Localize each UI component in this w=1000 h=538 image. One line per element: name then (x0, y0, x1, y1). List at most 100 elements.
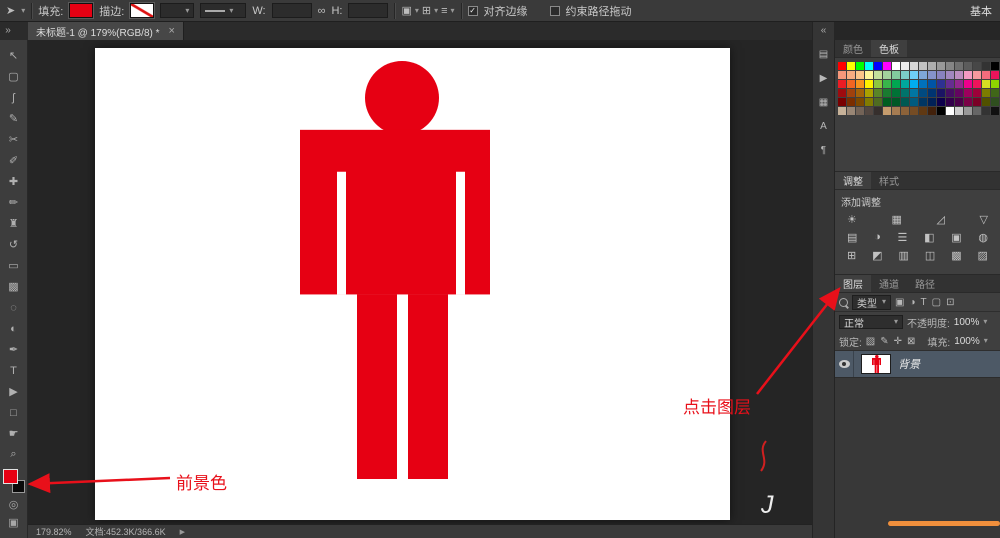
color-swatch[interactable] (946, 89, 954, 97)
color-swatch[interactable] (865, 98, 873, 106)
fill-color-swatch[interactable] (69, 3, 93, 18)
path-arrange-icon[interactable]: ≡ (441, 5, 447, 17)
tab-swatches[interactable]: 色板 (871, 40, 907, 57)
vibrance-icon[interactable]: ▤ (847, 231, 857, 244)
color-swatch[interactable] (856, 89, 864, 97)
color-swatch[interactable] (946, 107, 954, 115)
color-swatch[interactable] (865, 71, 873, 79)
color-swatch[interactable] (865, 62, 873, 70)
tab-layers[interactable]: 图层 (835, 275, 871, 292)
levels-icon[interactable]: ▦ (891, 213, 901, 226)
hue-saturation-icon[interactable]: ◑ (874, 231, 881, 244)
color-swatch[interactable] (928, 89, 936, 97)
tab-styles[interactable]: 样式 (871, 172, 907, 189)
screen-mode-icon[interactable]: ▣ (2, 513, 26, 531)
blur-tool[interactable]: ◌ (2, 297, 26, 318)
artboard[interactable] (95, 48, 730, 520)
color-swatch[interactable] (883, 89, 891, 97)
path-operations-icon[interactable]: ▣ (401, 4, 411, 17)
quick-selection-tool[interactable]: ✎ (2, 108, 26, 129)
color-swatch[interactable] (991, 71, 999, 79)
color-swatch[interactable] (919, 89, 927, 97)
zoom-tool[interactable]: ⌕ (2, 444, 26, 465)
color-swatch[interactable] (847, 71, 855, 79)
color-swatch[interactable] (883, 80, 891, 88)
color-swatch[interactable] (919, 71, 927, 79)
lock-all-icon[interactable]: ⊠ (907, 336, 915, 347)
color-swatch[interactable] (838, 62, 846, 70)
blend-mode-select[interactable]: 正常 ▾ (839, 315, 903, 329)
zoom-level[interactable]: 179.82% (36, 527, 72, 537)
color-swatch[interactable] (937, 107, 945, 115)
color-swatch[interactable] (910, 89, 918, 97)
color-swatch[interactable] (838, 71, 846, 79)
document-tab[interactable]: 未标题-1 @ 179%(RGB/8) * × (28, 22, 184, 40)
color-swatch[interactable] (928, 80, 936, 88)
color-swatch[interactable] (982, 107, 990, 115)
color-swatch[interactable] (910, 62, 918, 70)
align-edges-checkbox[interactable]: ✓ (468, 6, 478, 16)
paragraph-panel-icon[interactable]: ¶ (821, 145, 826, 156)
brightness-contrast-icon[interactable]: ☀ (847, 213, 857, 226)
color-swatch[interactable] (856, 62, 864, 70)
stroke-width-select[interactable]: ▾ (160, 3, 194, 18)
close-tab-icon[interactable]: × (169, 25, 175, 37)
link-dimensions-icon[interactable]: ∞ (318, 5, 326, 17)
crop-tool[interactable]: ✂ (2, 129, 26, 150)
marquee-tool[interactable]: ▢ (2, 66, 26, 87)
color-swatch[interactable] (883, 107, 891, 115)
color-swatch[interactable] (919, 80, 927, 88)
color-swatch[interactable] (901, 98, 909, 106)
tab-color[interactable]: 颜色 (835, 40, 871, 57)
color-swatch[interactable] (964, 62, 972, 70)
filter-smart-objects-icon[interactable]: ⊡ (946, 297, 954, 308)
color-swatch[interactable] (946, 62, 954, 70)
color-swatch[interactable] (901, 80, 909, 88)
color-swatch[interactable] (973, 71, 981, 79)
color-swatch[interactable] (937, 98, 945, 106)
color-swatch[interactable] (865, 80, 873, 88)
path-selection-tool[interactable]: ▶ (2, 381, 26, 402)
color-swatch[interactable] (874, 89, 882, 97)
color-swatch[interactable] (838, 89, 846, 97)
filter-shape-layers-icon[interactable]: ▢ (932, 297, 941, 308)
curves-icon[interactable]: ◿ (936, 213, 944, 226)
color-swatch[interactable] (946, 98, 954, 106)
color-swatch[interactable] (838, 107, 846, 115)
layer-row-background[interactable]: 背景 (835, 351, 1000, 378)
color-swatch[interactable] (883, 71, 891, 79)
color-swatch[interactable] (928, 107, 936, 115)
color-swatch[interactable] (973, 98, 981, 106)
color-swatch[interactable] (955, 62, 963, 70)
color-swatch[interactable] (955, 71, 963, 79)
shape-height-input[interactable] (348, 3, 388, 18)
stroke-color-swatch[interactable] (130, 3, 154, 18)
color-swatch[interactable] (838, 98, 846, 106)
color-swatch[interactable] (973, 62, 981, 70)
filter-adjustment-layers-icon[interactable]: ◑ (909, 297, 915, 308)
color-swatch[interactable] (847, 62, 855, 70)
shape-width-input[interactable] (272, 3, 312, 18)
color-swatch[interactable] (919, 62, 927, 70)
expand-panels-icon[interactable]: « (821, 25, 827, 36)
color-swatch[interactable] (973, 80, 981, 88)
color-balance-icon[interactable]: ☰ (898, 231, 908, 244)
filter-type-layers-icon[interactable]: T (921, 297, 927, 308)
color-swatch[interactable] (874, 62, 882, 70)
color-swatch[interactable] (856, 107, 864, 115)
healing-brush-tool[interactable]: ✚ (2, 171, 26, 192)
actions-panel-icon[interactable]: ▶ (820, 73, 828, 84)
color-lookup-icon[interactable]: ⊞ (847, 249, 856, 262)
eraser-tool[interactable]: ▭ (2, 255, 26, 276)
color-swatch[interactable] (937, 89, 945, 97)
collapse-toolbar-icon[interactable]: » (1, 23, 15, 38)
selective-color-icon[interactable]: ▨ (978, 249, 988, 262)
brush-tool[interactable]: ✏ (2, 192, 26, 213)
color-swatch[interactable] (856, 80, 864, 88)
color-swatch[interactable] (919, 107, 927, 115)
black-white-icon[interactable]: ◧ (924, 231, 934, 244)
visibility-eye-icon[interactable] (839, 360, 850, 368)
color-swatch[interactable] (955, 107, 963, 115)
lock-pixels-icon[interactable]: ✎ (880, 336, 888, 347)
character-panel-icon[interactable]: A (820, 121, 827, 132)
